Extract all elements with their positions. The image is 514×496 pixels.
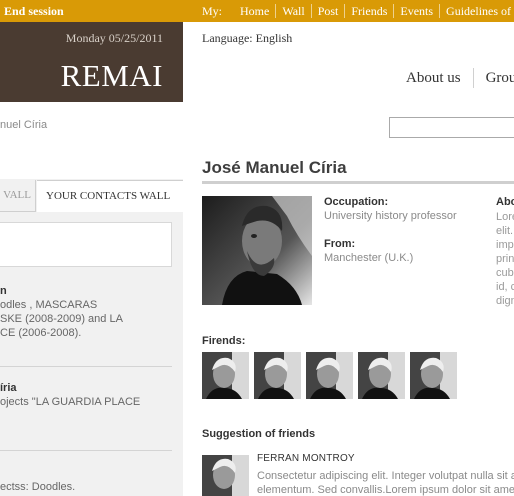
top-nav: Home Wall Post Friends Events Guidelines… — [234, 0, 514, 22]
top-bar: End session My: Home Wall Post Friends E… — [0, 0, 514, 22]
about-line: prin — [496, 253, 514, 265]
about-line: Lore — [496, 211, 514, 223]
tab-my-wall[interactable]: VALL — [0, 180, 36, 212]
post-line: odles , MASCARAS — [0, 299, 98, 311]
portrait-image — [202, 196, 312, 305]
wall-tabs: VALL YOUR CONTACTS WALL — [0, 180, 183, 212]
suggestion-line: Consectetur adipiscing elit. Integer vol… — [257, 470, 514, 482]
nav-friends[interactable]: Friends — [344, 4, 393, 18]
post-divider — [0, 366, 172, 367]
nav-about-us[interactable]: About us — [406, 68, 473, 88]
post-author[interactable]: íria — [0, 381, 140, 395]
about-line: imp — [496, 239, 514, 251]
suggestion-line: elementum. Sed convallis.Lorem ipsum dol… — [257, 484, 514, 496]
search-input[interactable] — [389, 117, 514, 138]
nav-home[interactable]: Home — [234, 4, 275, 18]
post-line: SKE (2008-2009) and LA — [0, 313, 123, 325]
occupation-value: University history professor — [324, 210, 457, 222]
current-date: Monday 05/25/2011 — [65, 31, 163, 45]
friend-avatar[interactable] — [254, 352, 301, 399]
post-line: ectss: Doodles. — [0, 481, 76, 493]
occupation-label: Occupation: — [324, 196, 389, 208]
post-author[interactable]: n — [0, 284, 123, 298]
post-divider — [0, 450, 172, 451]
end-session-link[interactable]: End session — [4, 4, 64, 19]
profile-photo — [202, 196, 312, 305]
nav-guidelines[interactable]: Guidelines of — [439, 4, 514, 18]
about-line: id, c — [496, 281, 514, 293]
suggested-friend-text: Consectetur adipiscing elit. Integer vol… — [257, 469, 514, 496]
suggestions-title: Suggestion of friends — [202, 428, 316, 440]
about-line: dign — [496, 295, 514, 307]
title-divider — [202, 181, 514, 184]
nav-groups[interactable]: Grou — [472, 68, 514, 88]
brand-header: Monday 05/25/2011 REMAI — [0, 22, 183, 102]
main-nav: About us Grou — [406, 68, 514, 88]
breadcrumb: nuel Círia — [0, 119, 48, 131]
wall-post: ectss: Doodles. — [0, 480, 75, 494]
post-line: CE (2006-2008). — [0, 327, 82, 339]
friend-avatar[interactable] — [202, 352, 249, 399]
suggested-friend-name[interactable]: FERRAN MONTROY — [257, 453, 355, 464]
site-logo[interactable]: REMAI — [61, 58, 163, 94]
nav-wall[interactable]: Wall — [275, 4, 310, 18]
tab-contacts-wall[interactable]: YOUR CONTACTS WALL — [37, 180, 183, 212]
profile-name: José Manuel Círia — [202, 158, 347, 177]
nav-events[interactable]: Events — [393, 4, 439, 18]
nav-post[interactable]: Post — [310, 4, 345, 18]
about-label: Abo — [496, 196, 514, 208]
from-value: Manchester (U.K.) — [324, 252, 414, 264]
friend-avatar[interactable] — [358, 352, 405, 399]
wall-post: n odles , MASCARAS SKE (2008-2009) and L… — [0, 284, 123, 340]
wall-post-input[interactable] — [0, 222, 172, 267]
friend-avatar[interactable] — [306, 352, 353, 399]
friends-title: Firends: — [202, 335, 246, 347]
language-selector[interactable]: Language: English — [202, 31, 292, 46]
about-text: Lore elit. imp prin cub id, c dign — [496, 210, 514, 308]
my-label: My: — [202, 4, 223, 18]
suggested-friend-avatar[interactable] — [202, 455, 249, 496]
about-line: elit. — [496, 225, 514, 237]
wall-post: íria ojects "LA GUARDIA PLACE — [0, 381, 140, 409]
from-label: From: — [324, 238, 356, 250]
about-line: cub — [496, 267, 514, 279]
post-line: ojects "LA GUARDIA PLACE — [0, 396, 141, 408]
friend-avatar[interactable] — [410, 352, 457, 399]
